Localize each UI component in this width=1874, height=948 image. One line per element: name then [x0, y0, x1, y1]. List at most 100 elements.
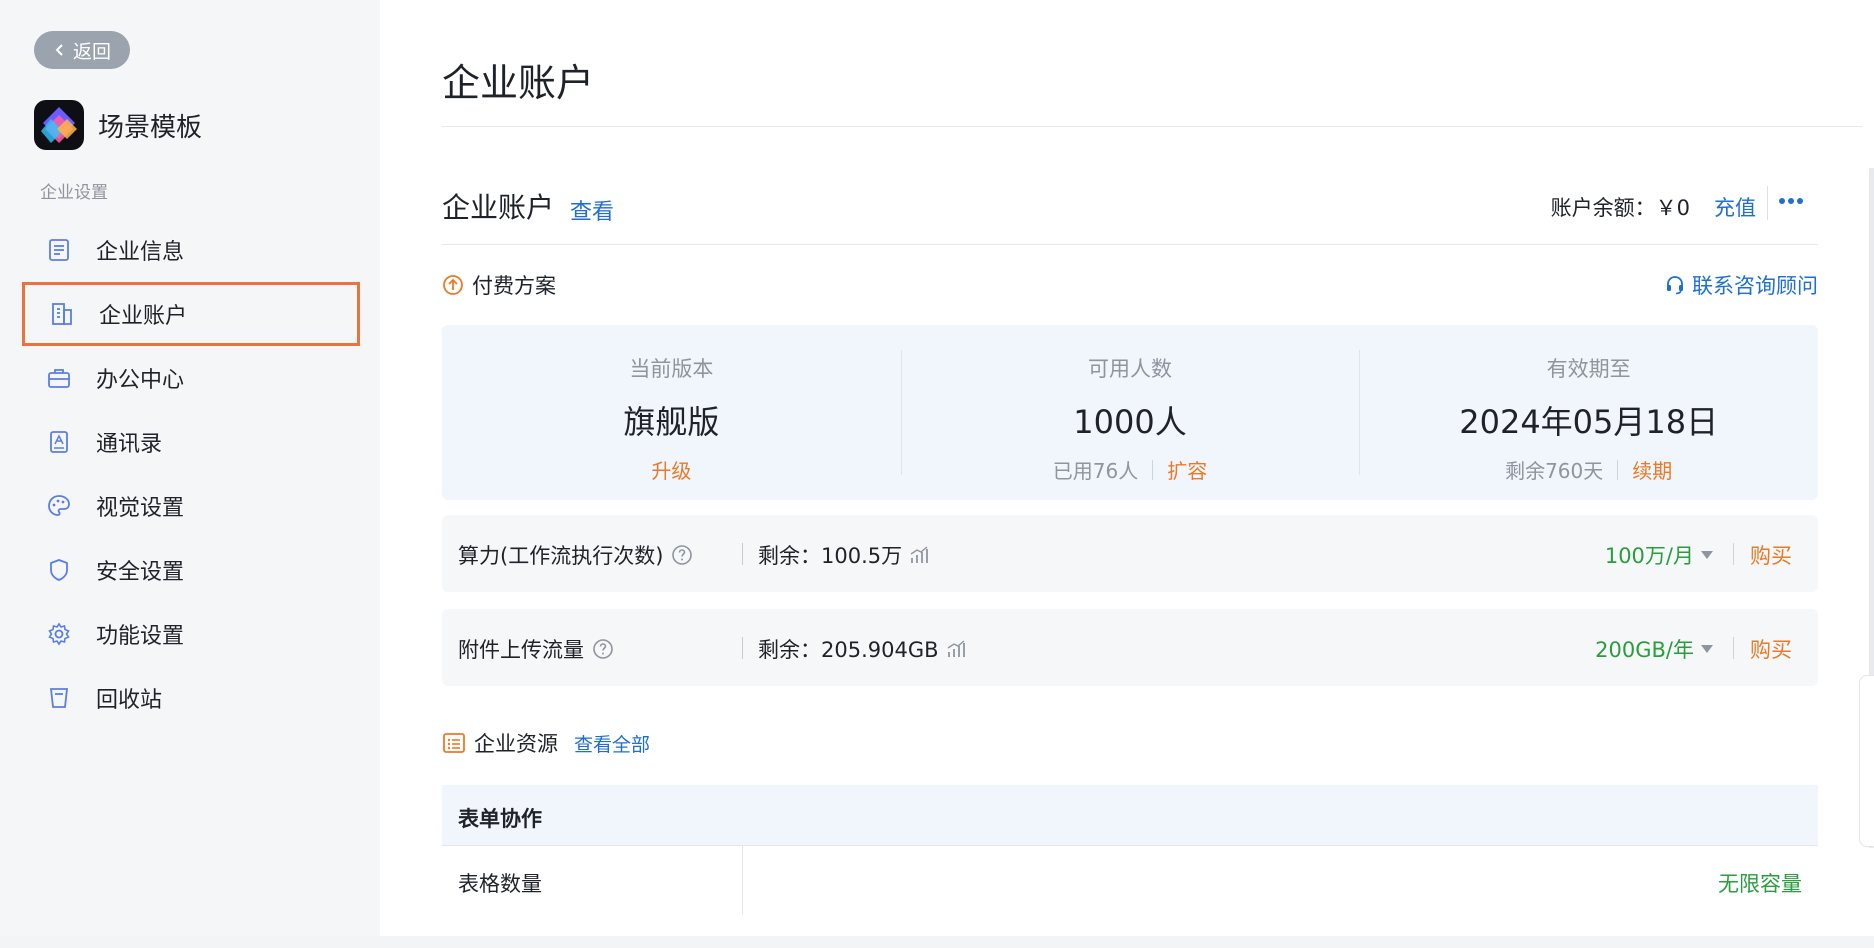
- back-button[interactable]: 返回: [34, 31, 130, 69]
- title-divider: [442, 126, 1862, 127]
- sidebar: 返回 场景模板 企业设置 企业信息 企业账户 办公中心 通讯录 视觉设置 安全设…: [0, 0, 380, 936]
- account-header: 企业账户 查看 账户余额：￥0 充值: [442, 186, 1818, 244]
- resource-name: 附件上传流量: [458, 634, 614, 664]
- sidebar-item-recycle-bin[interactable]: 回收站: [22, 666, 360, 730]
- upgrade-arrow-icon: [443, 275, 463, 295]
- usage-chart-icon[interactable]: [945, 638, 967, 660]
- column-divider: [742, 637, 743, 659]
- plan-edition-value: 旗舰版: [623, 403, 720, 441]
- account-title: 企业账户: [442, 191, 555, 224]
- resource-name: 算力(工作流执行次数): [458, 540, 693, 570]
- sidebar-item-label: 通讯录: [96, 432, 163, 457]
- resource-remaining-text: 剩余：205.904GB: [758, 638, 939, 662]
- recharge-link[interactable]: 充值: [1714, 192, 1756, 222]
- plan-label: 付费方案: [442, 270, 556, 300]
- resource-plan-value: 200GB/年: [1595, 638, 1694, 662]
- column-divider: [742, 543, 743, 565]
- sidebar-item-label: 企业信息: [96, 240, 185, 265]
- resource-remaining: 剩余：205.904GB: [758, 634, 967, 664]
- gear-icon: [46, 621, 72, 647]
- sidebar-item-label: 回收站: [96, 688, 163, 713]
- table-column-divider: [742, 846, 743, 914]
- briefcase-icon: [46, 365, 72, 391]
- sidebar-item-security-settings[interactable]: 安全设置: [22, 538, 360, 602]
- resource-remaining: 剩余：100.5万: [758, 540, 930, 570]
- caret-down-icon: [1701, 645, 1713, 653]
- buy-link[interactable]: 购买: [1750, 540, 1792, 570]
- plan-label-text: 付费方案: [472, 274, 556, 298]
- header-divider: [1767, 186, 1768, 220]
- enterprise-resources-label: 企业资源: [474, 732, 558, 756]
- side-drawer-handle[interactable]: [1859, 675, 1874, 847]
- sidebar-item-label: 功能设置: [96, 624, 185, 649]
- shield-icon: [46, 557, 72, 583]
- building-icon: [49, 301, 75, 327]
- resource-remaining-text: 剩余：100.5万: [758, 544, 903, 568]
- sub-divider: [1617, 459, 1619, 480]
- main-content: 企业账户 企业账户 查看 账户余额：￥0 充值 付费方案 联系咨询顾问 当前版本…: [380, 0, 1874, 948]
- plan-seats-actions: 已用76人 扩容: [901, 455, 1360, 484]
- seats-used: 已用76人: [1052, 459, 1139, 483]
- palette-icon: [46, 493, 72, 519]
- table-cell-value: 无限容量: [1718, 872, 1802, 896]
- resource-table-section: 表单协作: [442, 785, 1818, 846]
- bottom-edge: [0, 936, 1874, 948]
- renew-link[interactable]: 续期: [1632, 455, 1672, 484]
- sidebar-item-company-account[interactable]: 企业账户: [22, 282, 360, 346]
- column-divider: [1733, 637, 1734, 659]
- help-icon[interactable]: [671, 544, 693, 566]
- resource-name-text: 附件上传流量: [458, 638, 584, 662]
- sidebar-item-office-center[interactable]: 办公中心: [22, 346, 360, 410]
- contacts-icon: [46, 429, 72, 455]
- more-button[interactable]: [1776, 188, 1806, 214]
- days-remaining: 剩余760天: [1505, 459, 1604, 483]
- plan-summary: 当前版本 旗舰版 升级 可用人数 1000人 已用76人 扩容 有效期至 202…: [442, 325, 1818, 500]
- plan-expiry: 有效期至 2024年05月18日 剩余760天 续期: [1359, 325, 1818, 500]
- help-icon[interactable]: [592, 638, 614, 660]
- sidebar-item-visual-settings[interactable]: 视觉设置: [22, 474, 360, 538]
- back-label: 返回: [72, 40, 111, 63]
- resource-plan-dropdown[interactable]: 100万/月: [1605, 540, 1714, 570]
- consult-label: 联系咨询顾问: [1692, 274, 1818, 298]
- plan-row: 付费方案 联系咨询顾问: [442, 270, 1818, 306]
- sidebar-item-company-info[interactable]: 企业信息: [22, 218, 360, 282]
- page-title: 企业账户: [442, 61, 595, 105]
- headset-icon: [1667, 276, 1683, 295]
- plan-expiry-value: 2024年05月18日: [1459, 403, 1719, 441]
- settings-menu: 企业信息 企业账户 办公中心 通讯录 视觉设置 安全设置 功能设置 回收站: [22, 218, 360, 730]
- resource-plan-dropdown[interactable]: 200GB/年: [1595, 634, 1714, 664]
- table-cell-name: 表格数量: [458, 872, 542, 896]
- trash-icon: [46, 685, 72, 711]
- resource-row-compute: 算力(工作流执行次数) 剩余：100.5万 100万/月 购买: [442, 515, 1818, 592]
- plan-seats: 可用人数 1000人 已用76人 扩容: [900, 325, 1360, 500]
- view-all-link[interactable]: 查看全部: [574, 730, 650, 757]
- sidebar-item-label: 安全设置: [96, 560, 185, 585]
- app-name: 场景模板: [98, 112, 203, 143]
- chevron-left-icon: [55, 44, 63, 56]
- column-divider: [1733, 543, 1734, 565]
- account-balance: 账户余额：￥0: [1550, 196, 1690, 220]
- upgrade-link[interactable]: 升级: [651, 455, 691, 484]
- plan-seats-value: 1000人: [1073, 403, 1187, 441]
- consult-advisor-link[interactable]: 联系咨询顾问: [1664, 270, 1818, 300]
- list-icon: [443, 733, 465, 753]
- account-divider: [442, 244, 1818, 245]
- account-view-link[interactable]: 查看: [570, 194, 614, 226]
- settings-group-label: 企业设置: [40, 183, 108, 203]
- plan-expiry-actions: 剩余760天 续期: [1359, 455, 1818, 484]
- sidebar-item-feature-settings[interactable]: 功能设置: [22, 602, 360, 666]
- resource-row-upload: 附件上传流量 剩余：205.904GB 200GB/年 购买: [442, 609, 1818, 686]
- plan-edition: 当前版本 旗舰版 升级: [442, 325, 901, 500]
- buy-link[interactable]: 购买: [1750, 634, 1792, 664]
- more-dots-icon: [1779, 198, 1803, 204]
- usage-chart-icon[interactable]: [908, 544, 930, 566]
- expand-link[interactable]: 扩容: [1167, 455, 1207, 484]
- app-logo-icon: [34, 100, 84, 150]
- plan-expiry-label: 有效期至: [1546, 357, 1631, 381]
- plan-seats-label: 可用人数: [1088, 357, 1172, 381]
- sidebar-item-contacts[interactable]: 通讯录: [22, 410, 360, 474]
- sidebar-item-label: 办公中心: [96, 368, 185, 393]
- app-header: 场景模板: [34, 100, 202, 150]
- plan-edition-label: 当前版本: [629, 357, 714, 381]
- sub-divider: [1152, 459, 1154, 480]
